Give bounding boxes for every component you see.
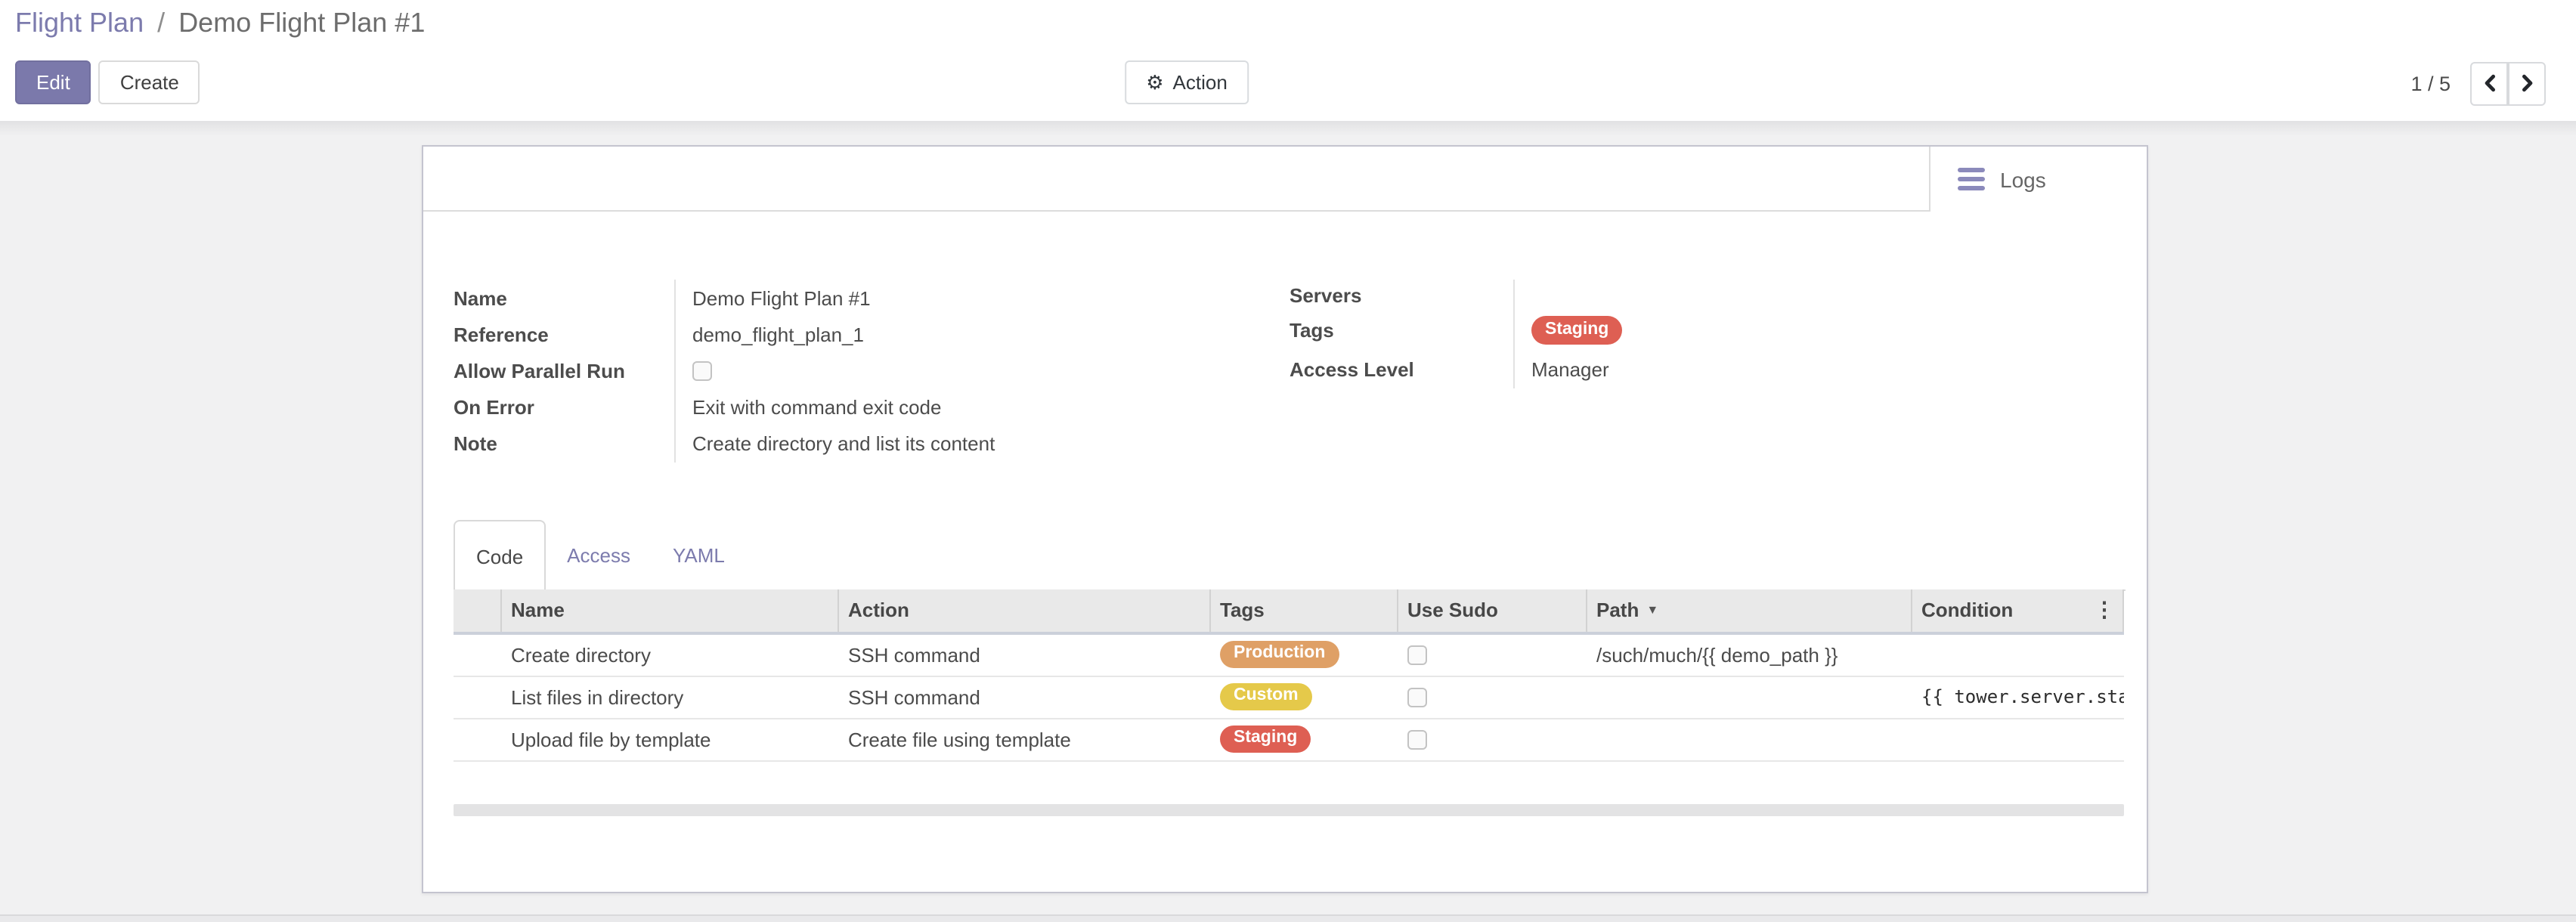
column-header-use-sudo[interactable]: Use Sudo [1398,589,1587,631]
field-group-right: Servers Tags Staging Access Level Manage… [1290,280,2113,388]
cell-action[interactable]: Create file using template [839,719,1211,760]
cell-action[interactable]: SSH command [839,676,1211,717]
pager-buttons [2470,61,2546,105]
cell-condition[interactable] [1912,719,2124,760]
breadcrumb-current: Demo Flight Plan #1 [178,8,425,38]
bottom-edge-strip [0,914,2576,922]
field-label-on-error: On Error [454,389,676,425]
cell-name[interactable]: Upload file by template [502,719,839,760]
breadcrumb: Flight Plan / Demo Flight Plan #1 [15,8,425,39]
column-header-handle [454,589,502,631]
action-menu-button[interactable]: ⚙ Action [1125,60,1249,104]
field-label-servers: Servers [1290,280,1515,310]
column-header-action[interactable]: Action [839,589,1211,631]
use-sudo-checkbox[interactable] [1407,729,1427,749]
horizontal-scrollbar[interactable] [454,804,2124,816]
cell-tags: Custom [1211,676,1398,717]
logs-label: Logs [2000,167,2046,191]
create-button[interactable]: Create [99,60,200,104]
tag-badge-staging[interactable]: Staging [1531,316,1622,345]
cell-name[interactable]: Create directory [502,634,839,675]
content-area: Logs Name Demo Flight Plan #1 Reference … [0,122,2576,922]
row-handle-cell [454,634,502,675]
column-header-path[interactable]: Path ▼ [1587,589,1912,631]
path-header-label: Path [1596,599,1639,621]
pager-previous-button[interactable] [2470,61,2508,105]
field-group-left: Name Demo Flight Plan #1 Reference demo_… [454,280,1277,463]
chevron-left-icon [2482,74,2497,92]
button-row: Edit Create [15,60,200,106]
cell-tags: Production [1211,634,1398,675]
notebook-tabs: Code Access YAML [454,520,2126,591]
field-value-note: Create directory and list its content [676,426,1277,463]
column-header-tags[interactable]: Tags [1211,589,1398,631]
gear-icon: ⚙ [1146,73,1163,92]
pager-next-button[interactable] [2508,61,2546,105]
field-value-access-level: Manager [1515,351,2113,388]
column-header-name[interactable]: Name [502,589,839,631]
table-row[interactable]: Create directory SSH command Production … [454,634,2124,676]
edit-button[interactable]: Edit [15,60,91,104]
pager: 1 / 5 [2410,60,2546,106]
tag-badge[interactable]: Custom [1220,682,1312,711]
row-handle-cell [454,719,502,760]
logs-list-icon [1958,168,1985,191]
field-label-name: Name [454,280,676,316]
tag-badge[interactable]: Staging [1220,725,1311,753]
breadcrumb-parent-link[interactable]: Flight Plan [15,8,144,38]
use-sudo-checkbox[interactable] [1407,687,1427,707]
table-header-row: Name Action Tags Use Sudo Path ▼ Conditi… [454,589,2124,634]
form-sheet: Logs Name Demo Flight Plan #1 Reference … [422,145,2148,893]
cell-use-sudo [1398,719,1587,760]
field-label-allow-parallel-run: Allow Parallel Run [454,353,676,389]
control-panel: Flight Plan / Demo Flight Plan #1 Edit C… [0,0,2576,122]
field-value-on-error: Exit with command exit code [676,389,1277,425]
cell-condition[interactable] [1912,634,2124,675]
use-sudo-checkbox[interactable] [1407,645,1427,664]
cell-condition[interactable]: {{ tower.server.sta [1912,676,2124,717]
cell-tags: Staging [1211,719,1398,760]
logs-stat-button[interactable]: Logs [1929,147,2147,212]
cell-action[interactable]: SSH command [839,634,1211,675]
cell-path[interactable] [1587,719,1912,760]
cell-path[interactable]: /such/much/{{ demo_path }} [1587,634,1912,675]
cell-path[interactable] [1587,676,1912,717]
allow-parallel-run-checkbox[interactable] [692,361,712,381]
cell-name[interactable]: List files in directory [502,676,839,717]
field-label-access-level: Access Level [1290,351,1515,388]
optional-columns-icon[interactable]: ⋮ [2089,589,2119,631]
chevron-right-icon [2519,74,2534,92]
action-label: Action [1173,71,1228,94]
cell-use-sudo [1398,676,1587,717]
field-label-tags: Tags [1290,310,1515,351]
tab-yaml[interactable]: YAML [652,520,746,589]
table-row[interactable]: List files in directory SSH command Cust… [454,676,2124,719]
field-value-allow-parallel-run [676,353,1277,389]
field-label-note: Note [454,426,676,463]
cell-use-sudo [1398,634,1587,675]
sort-descending-icon: ▼ [1646,603,1658,617]
table-row[interactable]: Upload file by template Create file usin… [454,719,2124,761]
breadcrumb-separator: / [151,8,171,38]
field-value-name: Demo Flight Plan #1 [676,280,1277,316]
tag-badge[interactable]: Production [1220,640,1339,669]
tab-access[interactable]: Access [546,520,652,589]
field-value-servers [1515,280,2113,310]
field-value-tags: Staging [1515,310,2113,351]
field-value-reference: demo_flight_plan_1 [676,316,1277,352]
row-handle-cell [454,676,502,717]
tab-code[interactable]: Code [454,520,546,591]
stat-button-bar: Logs [423,147,2147,212]
field-label-reference: Reference [454,316,676,352]
pager-count: 1 / 5 [2410,72,2451,94]
app-page: Flight Plan / Demo Flight Plan #1 Edit C… [0,0,2576,922]
steps-table: Name Action Tags Use Sudo Path ▼ Conditi… [454,589,2124,761]
